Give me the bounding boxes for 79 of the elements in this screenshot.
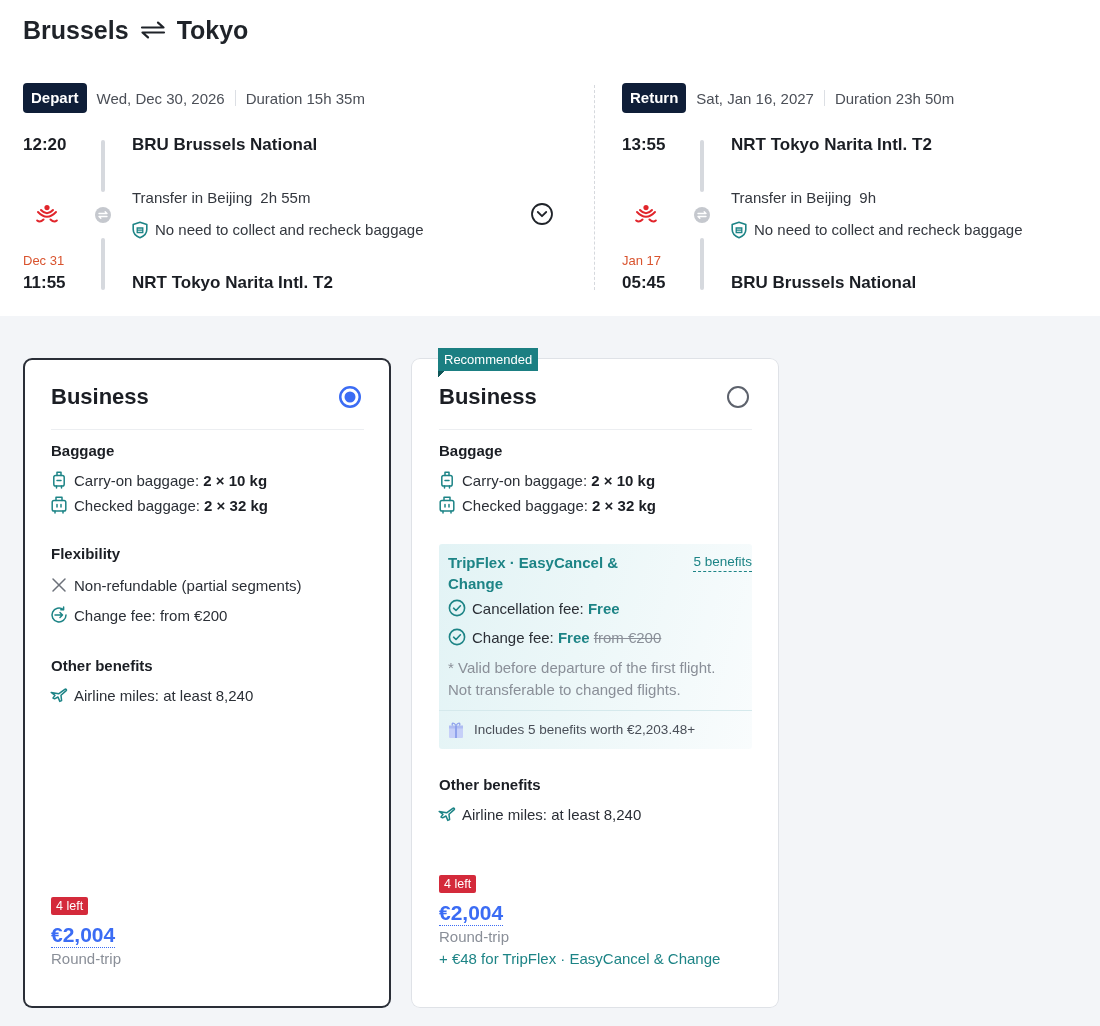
fare-class-title: Business bbox=[439, 383, 537, 411]
carry-on-suitcase-icon bbox=[52, 471, 66, 489]
section-heading: Baggage bbox=[51, 441, 115, 461]
ribbon-label: Recommended bbox=[438, 348, 539, 378]
transfer-icon bbox=[694, 207, 710, 223]
destination-city: Tokyo bbox=[176, 15, 249, 46]
price-text: €2,004 bbox=[51, 923, 116, 948]
flight-duration: Duration 15h 35m bbox=[245, 89, 365, 107]
airline-logo-icon bbox=[35, 204, 59, 224]
suitcase-icon bbox=[51, 496, 67, 514]
flight-duration: Duration 23h 50m bbox=[834, 89, 955, 107]
arrival-time: 05:45 bbox=[622, 272, 666, 294]
leg-type-label: Depart bbox=[23, 83, 87, 113]
price-text: €2,004 bbox=[439, 901, 504, 926]
section-heading: Other benefits bbox=[51, 656, 153, 676]
leg-type-label: Return bbox=[622, 83, 687, 113]
departure-airport: NRT Tokyo Narita Intl. T2 bbox=[731, 134, 932, 156]
airline-logo-icon bbox=[634, 204, 658, 224]
price-note: Round-trip bbox=[51, 949, 122, 969]
fare-class-title: Business bbox=[51, 383, 149, 411]
transfer-icon bbox=[95, 207, 111, 223]
transfer-duration: 2h 55m bbox=[260, 188, 311, 208]
arrival-date: Jan 17 bbox=[622, 253, 662, 269]
timeline-line bbox=[700, 238, 704, 290]
cross-icon bbox=[51, 577, 67, 593]
benefit-text: Change fee: Free from €200 bbox=[472, 628, 662, 646]
fare-feature-text: Airline miles: at least 8,240 bbox=[462, 805, 642, 823]
fare-feature-text: Airline miles: at least 8,240 bbox=[74, 686, 254, 704]
fare-feature-text: Checked baggage: 2 × 32 kg bbox=[462, 496, 656, 514]
arrival-time: 11:55 bbox=[23, 272, 66, 294]
benefit-note: * Valid before departure of the first flight. Not transferable to changed flights. bbox=[447, 658, 717, 700]
gift-icon bbox=[448, 721, 464, 739]
flight-date: Sat, Jan 16, 2027 bbox=[696, 89, 814, 107]
carry-on-suitcase-icon bbox=[440, 471, 454, 489]
departure-time: 13:55 bbox=[622, 134, 666, 156]
section-heading: Flexibility bbox=[51, 543, 121, 564]
timeline-line bbox=[101, 238, 105, 290]
departure-airport: BRU Brussels National bbox=[132, 134, 318, 156]
fare-feature-text: Checked baggage: 2 × 32 kg bbox=[74, 496, 268, 514]
benefit-text: Cancellation fee: Free bbox=[472, 599, 620, 617]
timeline-line bbox=[700, 140, 704, 192]
timeline-line bbox=[101, 140, 105, 192]
radio-button[interactable] bbox=[727, 386, 749, 408]
origin-city: Brussels bbox=[23, 15, 129, 46]
price-note: Round-trip bbox=[439, 927, 510, 947]
seats-left-badge: 4 left bbox=[51, 897, 89, 915]
baggage-note: No need to collect and recheck baggage bbox=[754, 220, 1023, 240]
swap-arrows-icon bbox=[139, 21, 166, 39]
fare-feature-text: Change fee: from €200 bbox=[74, 606, 228, 624]
chevron-down-icon[interactable] bbox=[531, 203, 553, 225]
shield-icon bbox=[132, 221, 148, 239]
section-heading: Baggage bbox=[439, 441, 503, 461]
add-on-text: + €48 for TripFlex · EasyCancel & Change bbox=[439, 949, 721, 969]
check-circle-icon bbox=[448, 628, 466, 646]
package-title: TripFlex · EasyCancel & Change bbox=[448, 552, 620, 594]
fare-card[interactable] bbox=[23, 358, 391, 1008]
circular-arrow-icon bbox=[50, 606, 68, 624]
section-heading: Other benefits bbox=[439, 775, 541, 795]
transfer-city-text: Transfer in Beijing bbox=[132, 188, 253, 208]
arrival-airport: NRT Tokyo Narita Intl. T2 bbox=[132, 272, 333, 294]
flight-date: Wed, Dec 30, 2026 bbox=[96, 89, 225, 107]
plane-icon bbox=[438, 806, 456, 822]
benefits-link[interactable]: 5 benefits bbox=[693, 552, 752, 572]
fare-feature-text: Non-refundable (partial segments) bbox=[74, 576, 302, 594]
fare-feature-text: Carry-on baggage: 2 × 10 kg bbox=[462, 471, 656, 489]
fare-feature-text: Carry-on baggage: 2 × 10 kg bbox=[74, 471, 268, 489]
shield-icon bbox=[731, 221, 747, 239]
transfer-city-text: Transfer in Beijing bbox=[731, 188, 852, 208]
arrival-date: Dec 31 bbox=[23, 253, 65, 269]
baggage-note: No need to collect and recheck baggage bbox=[155, 220, 424, 240]
check-circle-icon bbox=[448, 599, 466, 617]
radio-button[interactable] bbox=[339, 386, 361, 408]
transfer-duration: 9h bbox=[859, 188, 877, 208]
seats-left-badge: 4 left bbox=[439, 875, 477, 893]
benefits-summary: Includes 5 benefits worth €2,203.48+ bbox=[474, 721, 696, 739]
suitcase-icon bbox=[439, 496, 455, 514]
arrival-airport: BRU Brussels National bbox=[731, 272, 917, 294]
departure-time: 12:20 bbox=[23, 134, 67, 156]
plane-icon bbox=[50, 687, 68, 703]
